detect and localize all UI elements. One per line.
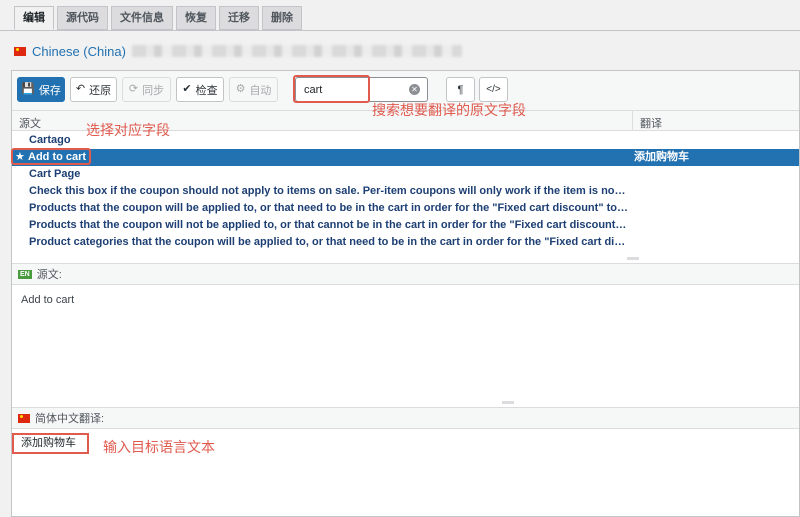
search-annotation: 搜索想要翻译的原文字段 [372,102,526,118]
list-item[interactable]: Cart Page [12,166,799,183]
row-source: Product categories that the coupon will … [29,236,629,248]
sync-icon: ⟳ [128,83,139,95]
save-button[interactable]: 💾 保存 [17,77,65,102]
pane-resize-handle[interactable] [502,401,514,404]
check-button[interactable]: ✔ 检查 [176,77,224,102]
check-label: 检查 [195,84,218,97]
row-source: Add to cart [28,151,87,163]
sync-button[interactable]: ⟳ 同步 [122,77,171,102]
revert-label: 还原 [89,84,112,97]
code-view-button[interactable]: </> [479,77,508,102]
robot-icon: ⚙ [235,83,246,95]
search-highlight-box [293,75,370,103]
tab-file-info[interactable]: 文件信息 [111,6,173,30]
column-source-header[interactable]: 源文 [19,115,41,131]
editor-tabs: 编辑 源代码 文件信息 恢复 迁移 删除 [14,6,302,30]
tab-edit[interactable]: 编辑 [14,6,54,30]
checkmark-icon: ✔ [182,83,192,95]
row-source: Products that the coupon will not be app… [29,219,629,231]
locale-header: Chinese (China) [14,42,462,60]
row-source: Check this box if the coupon should not … [29,185,629,197]
row-translation: 添加购物车 [634,151,689,163]
tabs-divider [0,30,800,31]
list-item[interactable]: Products that the coupon will not be app… [12,217,799,234]
translation-input[interactable]: 添加购物车 [12,433,89,454]
column-translation-header[interactable]: 翻译 [640,115,662,131]
auto-label: 自动 [249,84,272,97]
blurred-file-path [131,45,462,57]
source-text: Add to cart [21,294,75,306]
save-label: 保存 [38,84,61,97]
tab-restore[interactable]: 恢复 [176,6,216,30]
translation-section-label: 简体中文翻译: [35,413,105,425]
list-item-selected[interactable]: ★ Add to cart 添加购物车 [12,149,799,166]
translation-section-header: 简体中文翻译: [12,407,799,429]
list-item[interactable]: Check this box if the coupon should not … [12,183,799,200]
source-section-label: 源文: [36,269,62,281]
locale-name[interactable]: Chinese (China) [32,44,126,59]
save-icon: 💾 [21,83,35,95]
row-source: Cart Page [29,168,81,180]
sync-label: 同步 [142,84,165,97]
code-icon: </> [486,84,501,95]
list-item[interactable]: Products that the coupon will be applied… [12,200,799,217]
auto-translate-button[interactable]: ⚙ 自动 [229,77,278,102]
row-source: Products that the coupon will be applied… [29,202,629,214]
source-section-header: EN 源文: [12,263,799,285]
pilcrow-icon: ¶ [457,83,464,96]
input-annotation: 输入目标语言文本 [103,439,215,455]
revert-icon: ↶ [75,83,86,95]
revert-button[interactable]: ↶ 还原 [70,77,117,102]
column-separator [632,111,633,131]
invisibles-toggle-button[interactable]: ¶ [446,77,475,102]
tab-delete[interactable]: 删除 [262,6,302,30]
flag-cn-icon [14,46,26,56]
clear-search-icon[interactable]: ✕ [409,84,420,95]
list-resize-handle[interactable] [627,257,639,260]
tab-migrate[interactable]: 迁移 [219,6,259,30]
string-list: Cartago ★ Add to cart 添加购物车 Cart Page Ch… [12,132,799,251]
tab-source-code[interactable]: 源代码 [57,6,108,30]
en-flag-icon: EN [18,269,32,279]
list-item[interactable]: Product categories that the coupon will … [12,234,799,251]
selection-highlight-box [11,148,91,165]
select-annotation: 选择对应字段 [86,122,170,138]
flag-cn-icon [18,413,30,423]
